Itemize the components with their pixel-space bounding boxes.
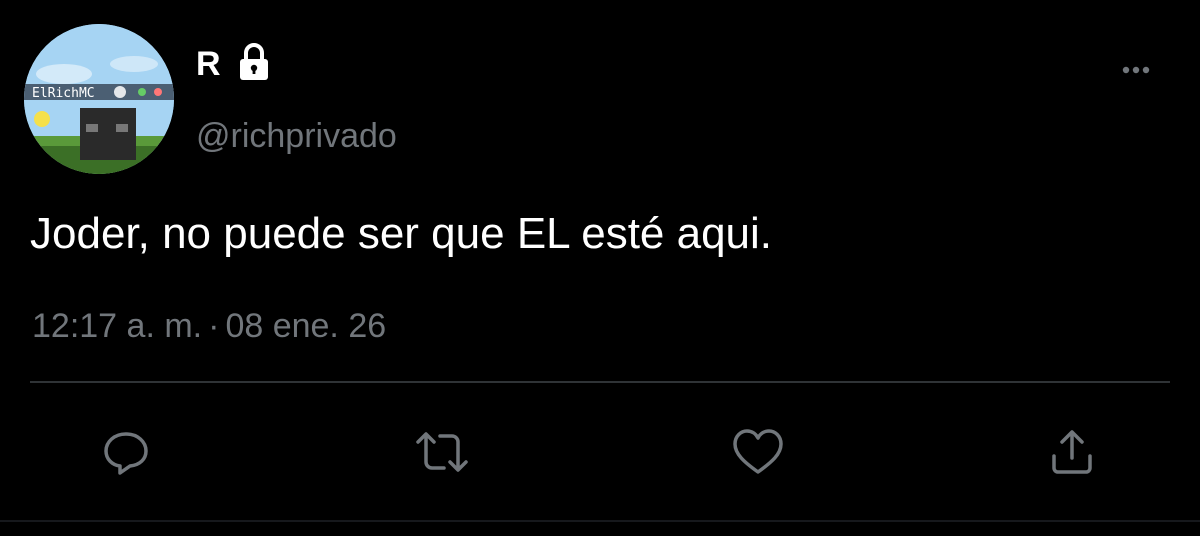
retweet-icon (416, 432, 468, 472)
more-horizontal-icon (1122, 66, 1150, 74)
tweet-date: 08 ene. 26 (225, 307, 387, 345)
avatar[interactable]: ElRichMC (24, 24, 174, 174)
tweet-card: ElRichMC R @richprivado Joder, no puede … (0, 0, 1200, 536)
divider (30, 381, 1170, 383)
share-icon (1052, 430, 1092, 474)
tweet-timestamp[interactable]: 12:17 a. m. · 08 ene. 26 (32, 306, 386, 346)
reply-icon (104, 432, 148, 475)
like-icon (733, 429, 783, 474)
reply-button[interactable] (100, 426, 152, 478)
retweet-button[interactable] (412, 426, 468, 478)
avatar-image: ElRichMC (24, 24, 174, 174)
tweet-text: Joder, no puede ser que EL esté aqui. (30, 209, 773, 258)
bottom-divider (0, 520, 1200, 522)
share-button[interactable] (1046, 426, 1098, 478)
more-options-button[interactable] (1112, 56, 1160, 84)
avatar-name-tag: ElRichMC (32, 86, 95, 101)
user-handle[interactable]: @richprivado (196, 116, 397, 156)
display-name[interactable]: R (196, 44, 221, 84)
tweet-time: 12:17 a. m. (32, 307, 203, 345)
like-button[interactable] (730, 426, 783, 478)
timestamp-separator: · (208, 307, 220, 345)
lock-icon (240, 43, 268, 80)
